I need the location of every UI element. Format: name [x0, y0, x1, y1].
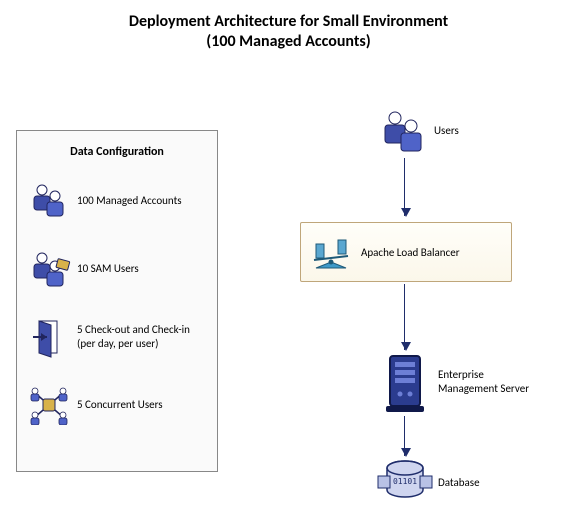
load-balancer-icon: [301, 232, 361, 272]
ems-node-icon: [380, 352, 430, 414]
svg-text:01101: 01101: [393, 477, 417, 486]
database-label: Database: [438, 476, 480, 490]
load-balancer-label: Apache Load Balancer: [361, 246, 460, 259]
users-label: Users: [434, 124, 459, 138]
door-icon: [27, 315, 71, 359]
sam-user-icon: [27, 247, 71, 291]
config-label-concurrent: 5 Concurrent Users: [71, 398, 163, 412]
title-line-1: Deployment Architecture for Small Enviro…: [129, 12, 448, 31]
data-configuration-panel: Data Configuration 100 Managed Accounts: [16, 130, 218, 472]
network-icon: [27, 383, 71, 427]
config-label-managed-accounts: 100 Managed Accounts: [71, 194, 182, 208]
database-node-icon: 01101: [376, 458, 434, 506]
arrow-lb-to-ems: [404, 284, 405, 350]
page-title: Deployment Architecture for Small Enviro…: [0, 12, 577, 52]
data-configuration-heading: Data Configuration: [17, 131, 217, 167]
config-row-check: 5 Check-out and Check-in (per day, per u…: [17, 303, 217, 371]
ems-label: Enterprise Management Server: [438, 368, 529, 396]
load-balancer-node: Apache Load Balancer: [300, 222, 512, 282]
users-icon: [27, 179, 71, 223]
config-row-concurrent: 5 Concurrent Users: [17, 371, 217, 439]
title-line-2: (100 Managed Accounts): [206, 32, 371, 51]
config-label-check: 5 Check-out and Check-in (per day, per u…: [71, 323, 190, 351]
config-row-managed-accounts: 100 Managed Accounts: [17, 167, 217, 235]
config-row-sam-users: 10 SAM Users: [17, 235, 217, 303]
config-label-sam-users: 10 SAM Users: [71, 262, 139, 276]
arrow-ems-to-db: [404, 416, 405, 456]
users-node-icon: [378, 108, 428, 154]
arrow-users-to-lb: [404, 158, 405, 216]
